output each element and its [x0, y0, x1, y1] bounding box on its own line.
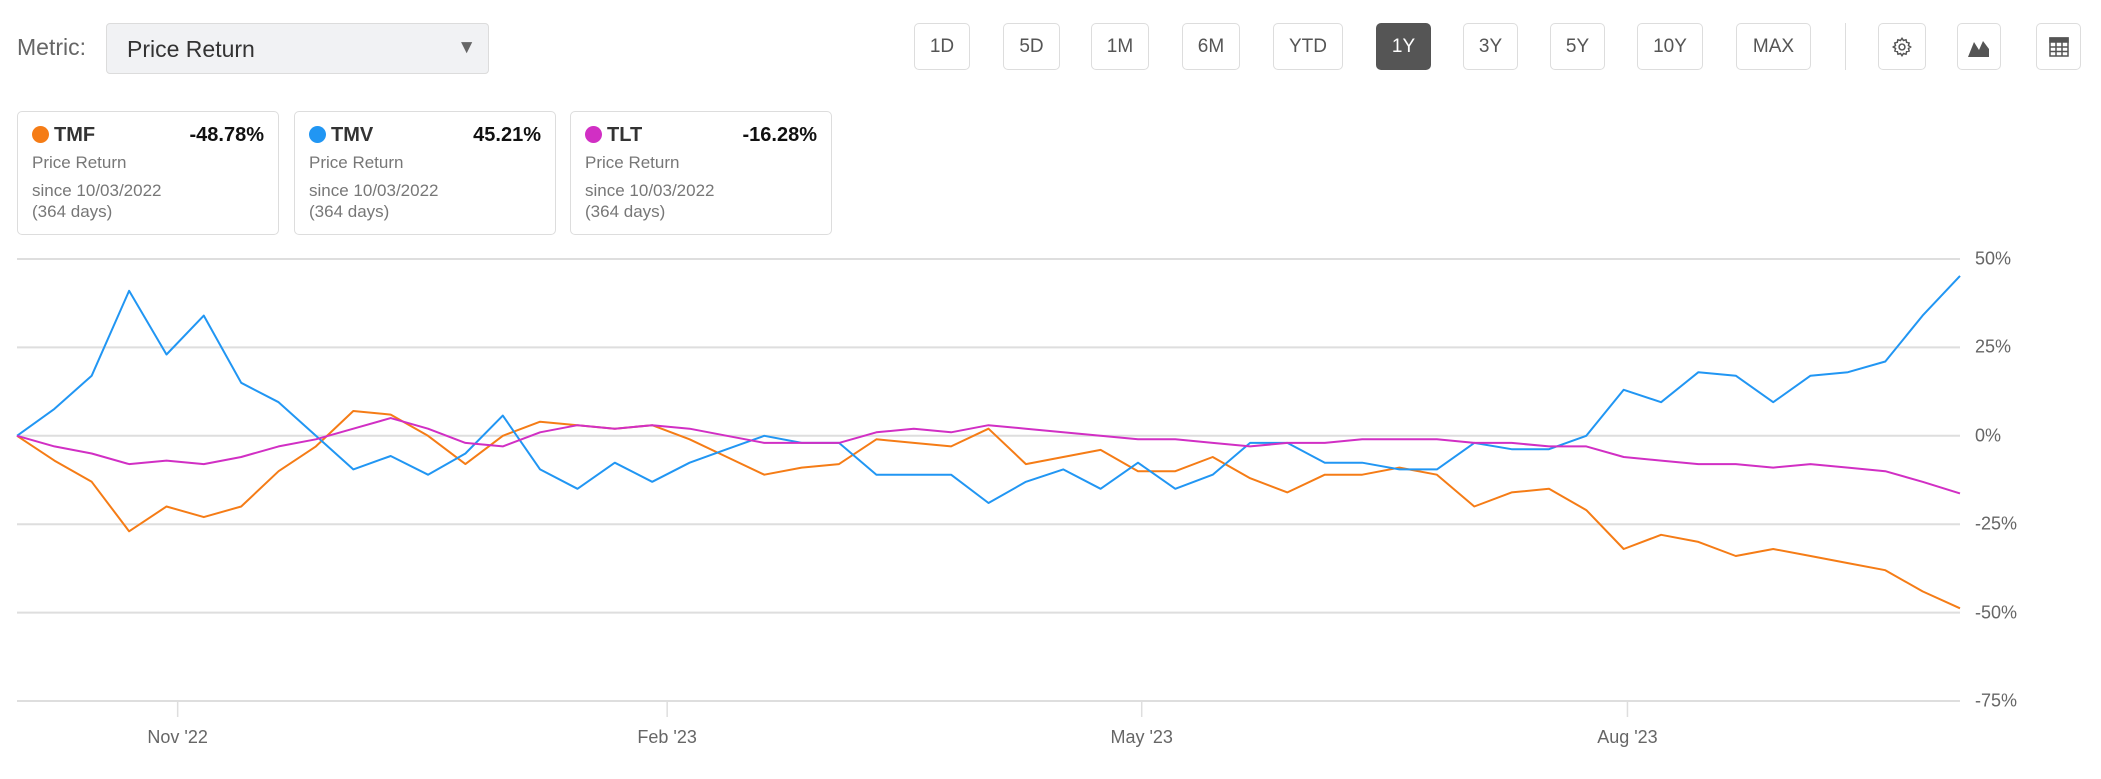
- x-tick-label: Nov '22: [147, 727, 208, 747]
- y-tick-label: -50%: [1975, 602, 2018, 623]
- line-chart[interactable]: [0, 0, 2101, 779]
- x-tick-label: May '23: [1110, 727, 1173, 747]
- series-line-tmv[interactable]: [16, 275, 1961, 504]
- y-tick-label: 25%: [1975, 336, 2012, 357]
- y-tick-label: 50%: [1975, 248, 2012, 269]
- y-tick-label: 0%: [1975, 425, 2002, 446]
- x-tick-label: Aug '23: [1597, 727, 1658, 747]
- x-tick-label: Feb '23: [637, 727, 697, 747]
- y-tick-label: -75%: [1975, 690, 2018, 711]
- y-tick-label: -25%: [1975, 513, 2018, 534]
